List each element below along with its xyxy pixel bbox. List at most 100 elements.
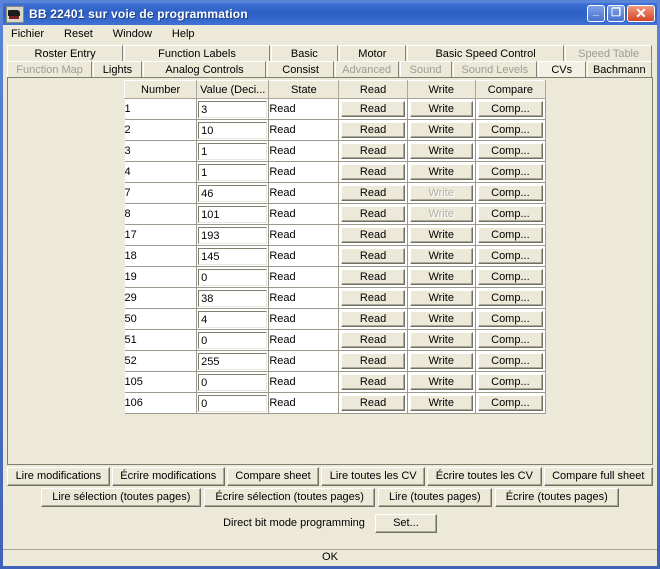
compare-full-sheet-button[interactable]: Compare full sheet [543,467,653,486]
cv-value-input[interactable]: 1 [198,142,268,160]
row-read-button[interactable]: Read [341,332,405,348]
menu-item-reset[interactable]: Reset [62,27,95,41]
tab-cvs[interactable]: CVs [537,61,586,77]
row-write-button[interactable]: Write [409,332,473,348]
row-read-button[interactable]: Read [341,143,405,159]
cv-value-cell[interactable]: 0 [196,371,270,393]
row-compare-button[interactable]: Comp... [477,101,543,117]
minimize-button[interactable]: _ [587,5,605,22]
column-header-number[interactable]: Number [123,80,198,99]
cv-value-cell[interactable]: 38 [196,287,270,309]
tab-function-labels[interactable]: Function Labels [124,45,270,61]
cv-value-input[interactable]: 255 [198,352,268,370]
row-read-button[interactable]: Read [341,101,405,117]
column-header-state[interactable]: State [268,80,340,99]
cv-value-cell[interactable]: 3 [196,98,270,120]
cv-value-cell[interactable]: 1 [196,140,270,162]
read-all-pages-button[interactable]: Lire (toutes pages) [377,488,492,507]
cv-value-input[interactable]: 1 [198,163,268,181]
tab-motor[interactable]: Motor [338,45,406,61]
write-changes-button[interactable]: Écrire modifications [111,467,225,486]
cv-value-input[interactable]: 0 [198,373,268,391]
row-compare-button[interactable]: Comp... [477,311,543,327]
row-read-button[interactable]: Read [341,353,405,369]
cv-value-input[interactable]: 38 [198,289,268,307]
row-read-button[interactable]: Read [341,374,405,390]
cv-value-cell[interactable]: 1 [196,161,270,183]
row-write-button[interactable]: Write [409,395,473,411]
row-write-button[interactable]: Write [409,227,473,243]
row-compare-button[interactable]: Comp... [477,185,543,201]
row-compare-button[interactable]: Comp... [477,143,543,159]
tab-bachmann[interactable]: Bachmann [586,61,653,77]
row-compare-button[interactable]: Comp... [477,374,543,390]
row-compare-button[interactable]: Comp... [477,332,543,348]
row-compare-button[interactable]: Comp... [477,353,543,369]
write-selection-all-pages-button[interactable]: Écrire sélection (toutes pages) [204,488,375,507]
row-compare-button[interactable]: Comp... [477,395,543,411]
row-write-button[interactable]: Write [409,101,473,117]
row-read-button[interactable]: Read [341,206,405,222]
cv-value-cell[interactable]: 193 [196,224,270,246]
write-all-cv-button[interactable]: Écrire toutes les CV [427,467,542,486]
column-header-read[interactable]: Read [338,80,408,99]
row-read-button[interactable]: Read [341,248,405,264]
cv-value-cell[interactable]: 0 [196,329,270,351]
cv-value-input[interactable]: 101 [198,205,268,223]
cv-value-input[interactable]: 3 [198,100,268,118]
cv-value-cell[interactable]: 101 [196,203,270,225]
set-programming-mode-button[interactable]: Set... [374,513,437,533]
row-write-button[interactable]: Write [409,248,473,264]
row-write-button[interactable]: Write [409,143,473,159]
read-changes-button[interactable]: Lire modifications [7,467,110,486]
maximize-button[interactable]: ❐ [607,5,625,22]
row-compare-button[interactable]: Comp... [477,290,543,306]
tab-basic-speed-control[interactable]: Basic Speed Control [406,45,565,61]
write-all-pages-button[interactable]: Écrire (toutes pages) [494,488,619,507]
cv-value-input[interactable]: 0 [198,331,268,349]
cv-value-cell[interactable]: 145 [196,245,270,267]
column-header-value[interactable]: Value (Deci... [196,80,270,99]
row-read-button[interactable]: Read [341,269,405,285]
read-all-cv-button[interactable]: Lire toutes les CV [321,467,426,486]
cv-value-cell[interactable]: 4 [196,308,270,330]
cv-value-cell[interactable]: 0 [196,392,270,414]
tab-lights[interactable]: Lights [93,61,142,77]
row-compare-button[interactable]: Comp... [477,248,543,264]
compare-sheet-button[interactable]: Compare sheet [226,467,320,486]
cv-value-input[interactable]: 10 [198,121,268,139]
column-header-compare[interactable]: Compare [474,80,547,99]
column-header-write[interactable]: Write [406,80,476,99]
cv-value-input[interactable]: 193 [198,226,268,244]
row-compare-button[interactable]: Comp... [477,122,543,138]
row-write-button[interactable]: Write [409,374,473,390]
tab-consist[interactable]: Consist [267,61,334,77]
row-compare-button[interactable]: Comp... [477,206,543,222]
cv-value-cell[interactable]: 255 [196,350,270,372]
row-read-button[interactable]: Read [341,185,405,201]
row-read-button[interactable]: Read [341,290,405,306]
row-write-button[interactable]: Write [409,122,473,138]
row-write-button[interactable]: Write [409,269,473,285]
cv-value-input[interactable]: 4 [198,310,268,328]
cv-value-cell[interactable]: 10 [196,119,270,141]
cv-value-cell[interactable]: 0 [196,266,270,288]
row-read-button[interactable]: Read [341,164,405,180]
tab-basic[interactable]: Basic [270,45,338,61]
row-compare-button[interactable]: Comp... [477,227,543,243]
menu-item-window[interactable]: Window [111,27,154,41]
menu-item-help[interactable]: Help [170,27,197,41]
row-write-button[interactable]: Write [409,353,473,369]
close-button[interactable]: ✕ [627,5,655,22]
row-compare-button[interactable]: Comp... [477,269,543,285]
row-read-button[interactable]: Read [341,122,405,138]
menu-item-fichier[interactable]: Fichier [9,27,46,41]
cv-value-input[interactable]: 0 [198,394,268,412]
tab-roster-entry[interactable]: Roster Entry [7,45,124,61]
row-read-button[interactable]: Read [341,227,405,243]
row-write-button[interactable]: Write [409,311,473,327]
row-read-button[interactable]: Read [341,395,405,411]
tab-analog-controls[interactable]: Analog Controls [142,61,267,77]
row-write-button[interactable]: Write [409,290,473,306]
read-selection-all-pages-button[interactable]: Lire sélection (toutes pages) [41,488,202,507]
